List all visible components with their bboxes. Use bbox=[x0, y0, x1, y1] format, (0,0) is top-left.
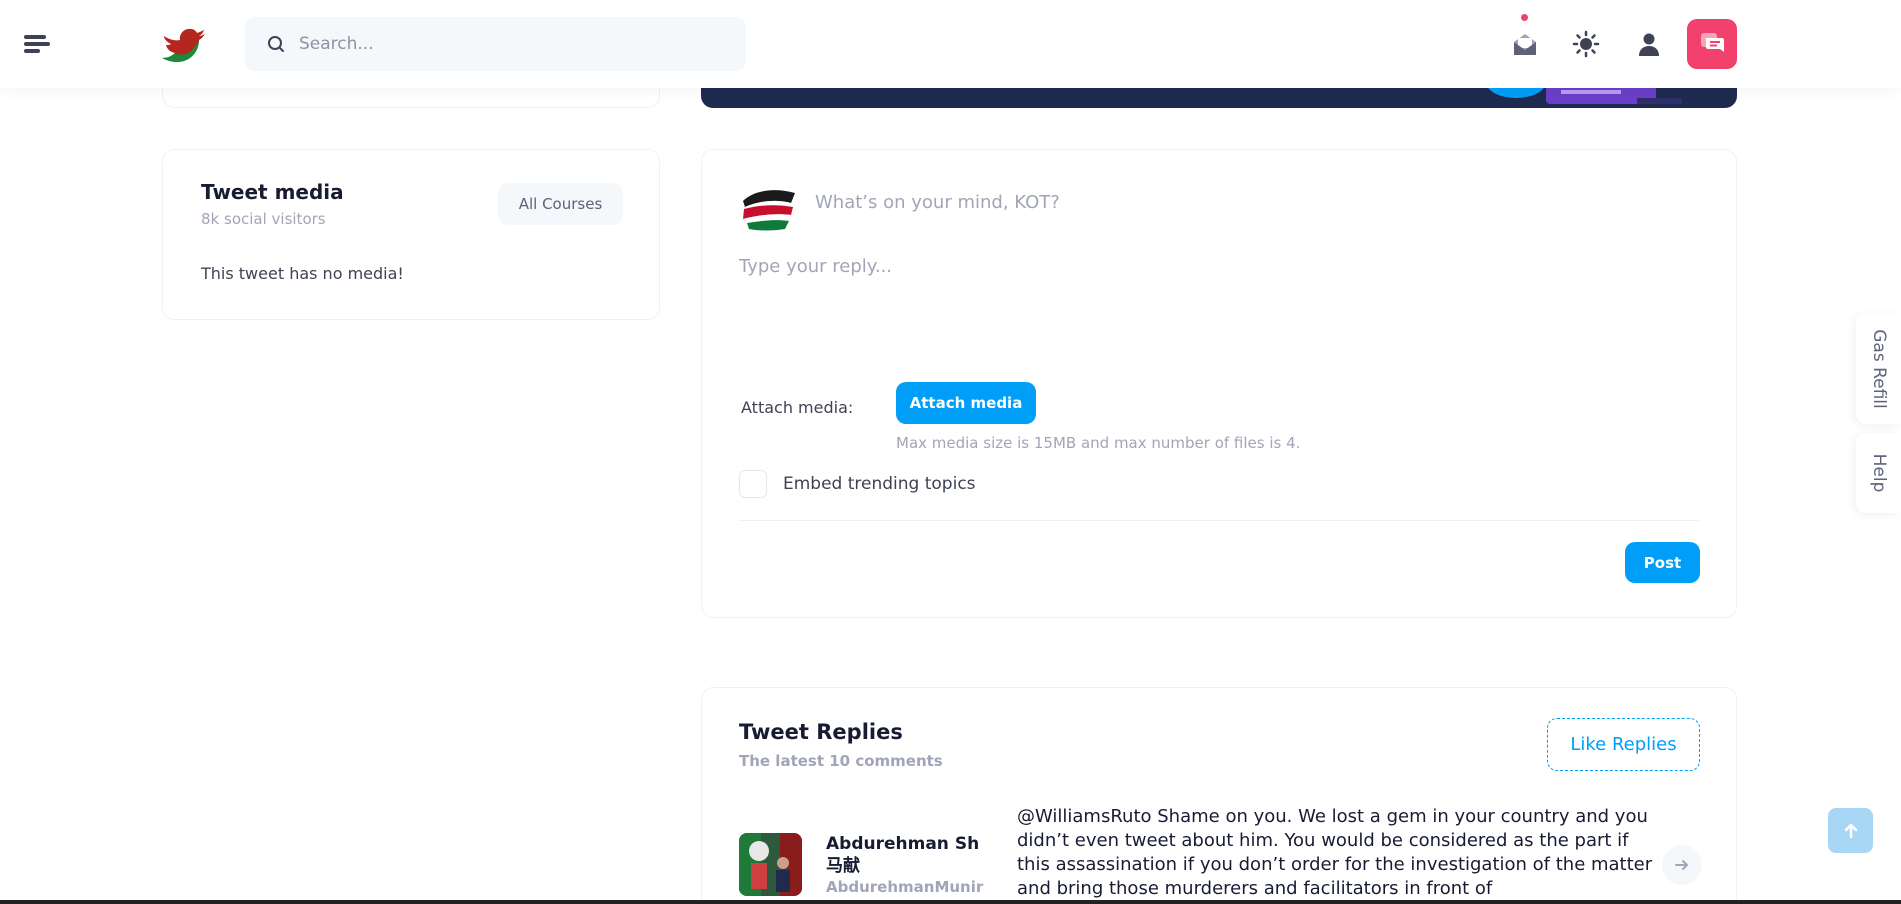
attach-media-button[interactable]: Attach media bbox=[896, 382, 1036, 424]
search-box[interactable] bbox=[245, 17, 746, 71]
theme-sun-icon[interactable] bbox=[1564, 22, 1608, 66]
attach-media-label: Attach media: bbox=[741, 398, 854, 417]
twitter-bird-logo-icon[interactable] bbox=[160, 22, 206, 64]
reply-avatar[interactable] bbox=[739, 833, 802, 896]
top-header bbox=[0, 0, 1901, 88]
search-icon bbox=[268, 36, 284, 52]
reply-textarea[interactable] bbox=[739, 256, 1699, 356]
help-tab[interactable]: Help bbox=[1856, 433, 1901, 513]
embed-trending-label: Embed trending topics bbox=[783, 474, 976, 494]
compose-prompt: What’s on your mind, KOT? bbox=[815, 192, 1060, 213]
reply-author-name[interactable]: Abdurehman Sh 马献 bbox=[826, 833, 991, 877]
arrow-up-icon bbox=[1844, 823, 1857, 838]
tweet-replies-card: Tweet Replies The latest 10 comments Lik… bbox=[701, 687, 1737, 904]
kenya-flag-avatar bbox=[739, 179, 799, 239]
attach-media-hint: Max media size is 15MB and max number of… bbox=[896, 434, 1301, 452]
arrow-right-icon[interactable] bbox=[1662, 845, 1702, 885]
notification-dot bbox=[1521, 14, 1528, 21]
no-media-text: This tweet has no media! bbox=[201, 264, 404, 283]
replies-subtitle: The latest 10 comments bbox=[739, 752, 943, 770]
post-button[interactable]: Post bbox=[1625, 542, 1700, 583]
reply-text: @WilliamsRuto Shame on you. We lost a ge… bbox=[1017, 806, 1653, 899]
help-label: Help bbox=[1868, 453, 1889, 493]
gas-refill-tab[interactable]: Gas Refill bbox=[1856, 313, 1901, 424]
scroll-to-top-button[interactable] bbox=[1828, 808, 1873, 853]
chat-icon bbox=[1701, 33, 1724, 52]
tweet-media-title: Tweet media bbox=[201, 180, 344, 204]
menu-toggle-icon[interactable] bbox=[24, 33, 50, 55]
all-courses-button[interactable]: All Courses bbox=[498, 183, 623, 225]
chat-button[interactable] bbox=[1687, 19, 1737, 69]
replies-title: Tweet Replies bbox=[739, 720, 903, 744]
divider bbox=[739, 520, 1699, 521]
user-icon[interactable] bbox=[1627, 22, 1671, 66]
embed-trending-checkbox[interactable] bbox=[739, 470, 767, 498]
taskbar-strip bbox=[0, 900, 1901, 904]
mail-icon[interactable] bbox=[1503, 22, 1547, 66]
reply-author-handle[interactable]: AbdurehmanMunir bbox=[826, 878, 983, 896]
tweet-media-subtitle: 8k social visitors bbox=[201, 210, 326, 228]
compose-reply-card: What’s on your mind, KOT? Attach media: … bbox=[701, 149, 1737, 618]
search-input[interactable] bbox=[299, 17, 729, 71]
like-replies-button[interactable]: Like Replies bbox=[1547, 718, 1700, 771]
gas-refill-label: Gas Refill bbox=[1868, 328, 1889, 409]
tweet-media-card: Tweet media 8k social visitors All Cours… bbox=[162, 149, 660, 320]
